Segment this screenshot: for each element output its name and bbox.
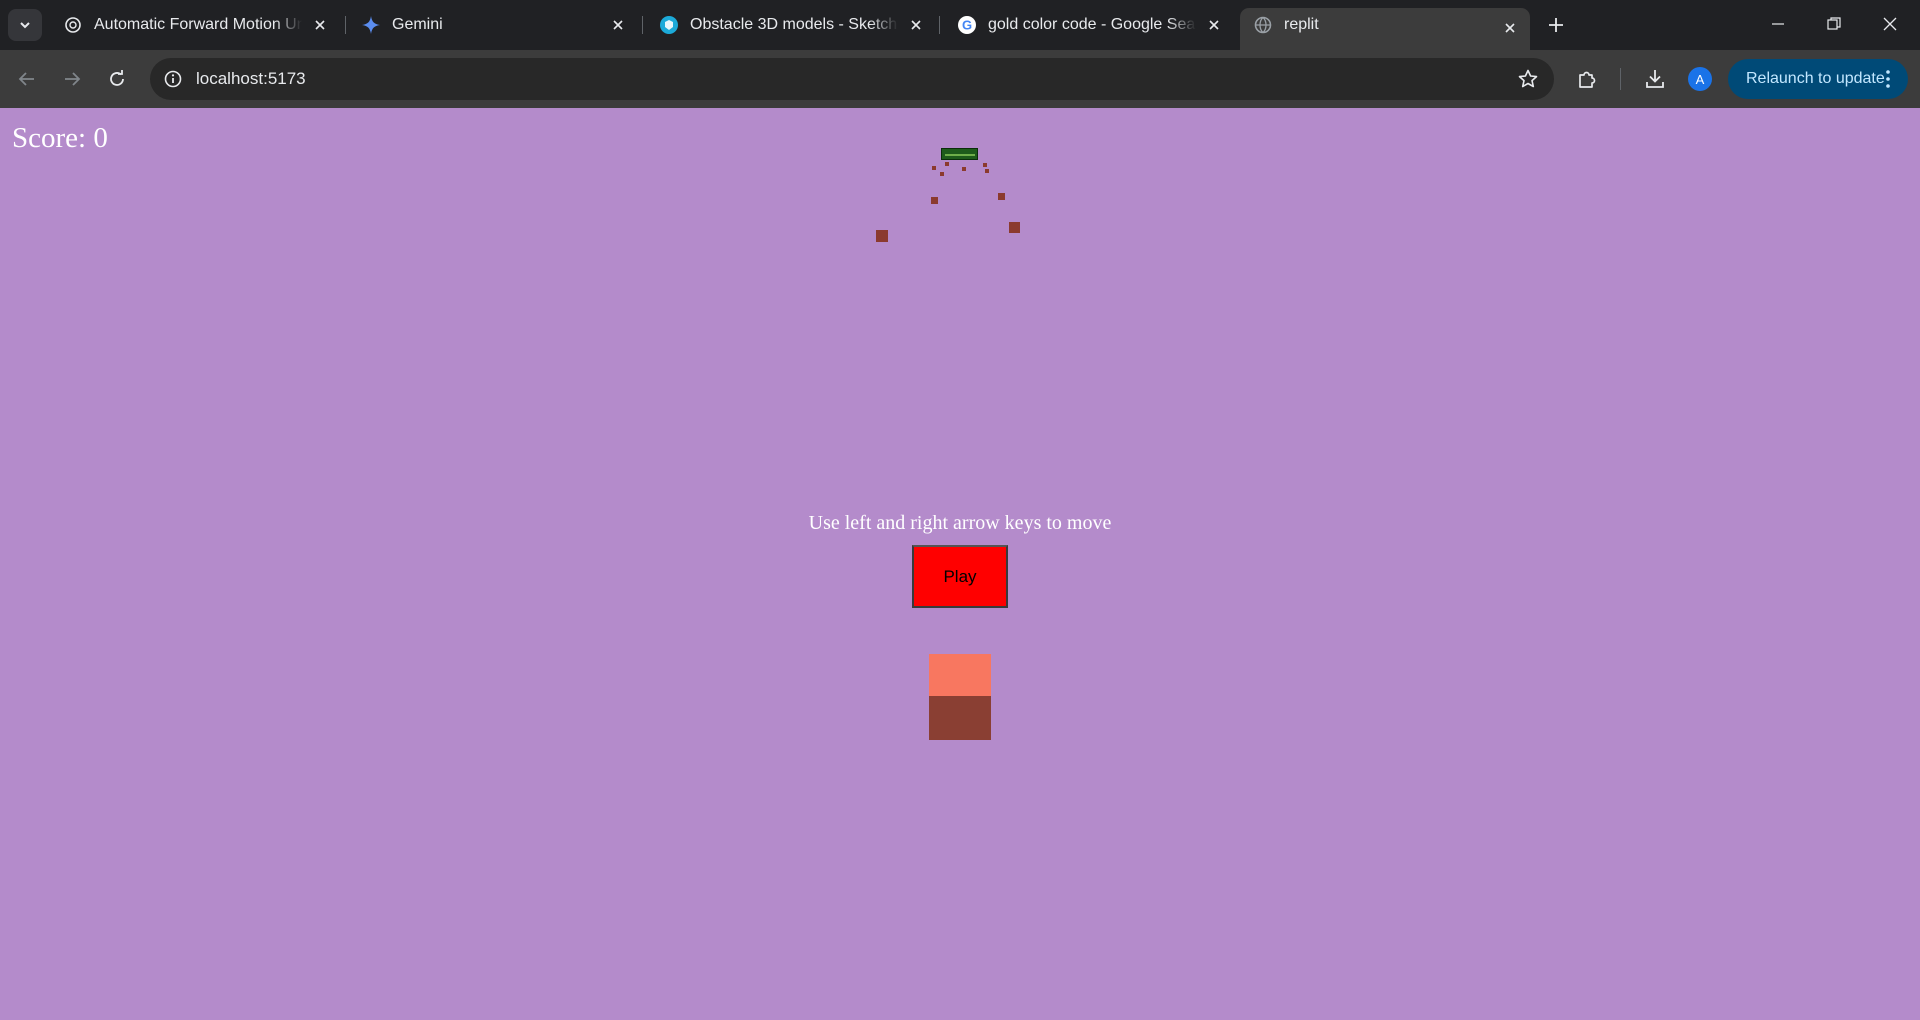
bookmark-star-icon[interactable] bbox=[1516, 67, 1540, 91]
downloads-button[interactable] bbox=[1640, 64, 1670, 94]
restore-button[interactable] bbox=[1806, 0, 1862, 48]
new-tab-button[interactable] bbox=[1542, 11, 1570, 39]
player-cube-front bbox=[929, 696, 991, 740]
obstacle bbox=[932, 166, 936, 170]
globe-icon bbox=[1254, 16, 1272, 34]
tab-title: Automatic Forward Motion Unit bbox=[94, 16, 302, 34]
tab-replit[interactable]: replit bbox=[1240, 8, 1530, 50]
gemini-sparkle-icon bbox=[362, 16, 380, 34]
obstacle bbox=[962, 167, 966, 171]
reload-icon bbox=[110, 70, 124, 86]
google-icon: G bbox=[958, 16, 976, 34]
obstacle bbox=[983, 163, 987, 167]
tab-search-button[interactable] bbox=[8, 9, 42, 41]
site-info-icon[interactable] bbox=[160, 66, 186, 92]
restore-icon bbox=[1827, 17, 1841, 30]
download-icon bbox=[1646, 70, 1664, 88]
tab-title: replit bbox=[1284, 16, 1319, 33]
chevron-down-icon bbox=[20, 22, 30, 29]
minimize-button[interactable] bbox=[1750, 0, 1806, 48]
relaunch-label: Relaunch to update bbox=[1746, 70, 1885, 87]
sketchfab-icon bbox=[660, 16, 678, 34]
browser-toolbar: localhost:5173 A Relaunch to update bbox=[0, 50, 1920, 108]
goal-stripe bbox=[945, 154, 975, 156]
tab-title: gold color code - Google Search bbox=[988, 16, 1196, 34]
arrow-left-icon bbox=[18, 72, 34, 86]
obstacle bbox=[931, 197, 938, 204]
toolbar-divider bbox=[1620, 68, 1621, 90]
minimize-icon bbox=[1772, 23, 1784, 25]
more-vert-icon[interactable] bbox=[1878, 67, 1898, 91]
close-tab-icon[interactable] bbox=[308, 13, 332, 37]
arrow-right-icon bbox=[65, 72, 81, 86]
obstacle bbox=[945, 162, 949, 166]
instructions-text: Use left and right arrow keys to move bbox=[808, 512, 1112, 534]
back-button[interactable] bbox=[10, 62, 44, 96]
puzzle-icon bbox=[1579, 71, 1596, 88]
close-tab-icon[interactable] bbox=[904, 13, 928, 37]
tab-separator bbox=[642, 16, 643, 34]
obstacle bbox=[985, 169, 989, 173]
extensions-button[interactable] bbox=[1573, 64, 1603, 94]
close-tab-icon[interactable] bbox=[1498, 16, 1522, 40]
url-text: localhost:5173 bbox=[196, 69, 306, 88]
tab-gemini[interactable]: Gemini bbox=[348, 8, 638, 42]
tab-separator bbox=[939, 16, 940, 34]
player-cube-top bbox=[929, 654, 991, 696]
tab-title: Gemini bbox=[392, 16, 600, 34]
forward-button[interactable] bbox=[55, 62, 89, 96]
tab-automatic-forward-motion[interactable]: Automatic Forward Motion Unit bbox=[50, 8, 340, 42]
close-tab-icon[interactable] bbox=[606, 13, 630, 37]
relaunch-to-update-button[interactable]: Relaunch to update bbox=[1728, 59, 1908, 99]
obstacle bbox=[940, 172, 944, 176]
tab-separator bbox=[345, 16, 346, 34]
tab-title: Obstacle 3D models - Sketchfab bbox=[690, 16, 898, 34]
tab-google-search[interactable]: G gold color code - Google Search bbox=[944, 8, 1234, 42]
address-bar[interactable]: localhost:5173 bbox=[150, 58, 1554, 100]
tab-sketchfab[interactable]: Obstacle 3D models - Sketchfab bbox=[646, 8, 936, 42]
obstacle bbox=[1009, 222, 1020, 233]
score-display: Score: 0 bbox=[12, 122, 108, 154]
svg-text:G: G bbox=[962, 18, 972, 33]
close-window-button[interactable] bbox=[1862, 0, 1918, 48]
close-tab-icon[interactable] bbox=[1202, 13, 1226, 37]
play-button[interactable]: Play bbox=[912, 545, 1008, 608]
openai-icon bbox=[64, 16, 82, 34]
plus-icon bbox=[1549, 18, 1563, 32]
obstacle bbox=[876, 230, 888, 242]
tab-strip: Automatic Forward Motion Unit Gemini Obs… bbox=[0, 0, 1920, 50]
reload-button[interactable] bbox=[100, 62, 134, 96]
game-viewport[interactable]: Score: 0 Use left and right arrow keys t… bbox=[0, 108, 1920, 1020]
profile-avatar[interactable]: A bbox=[1688, 67, 1712, 91]
close-icon bbox=[1883, 17, 1897, 31]
obstacle bbox=[998, 193, 1005, 200]
